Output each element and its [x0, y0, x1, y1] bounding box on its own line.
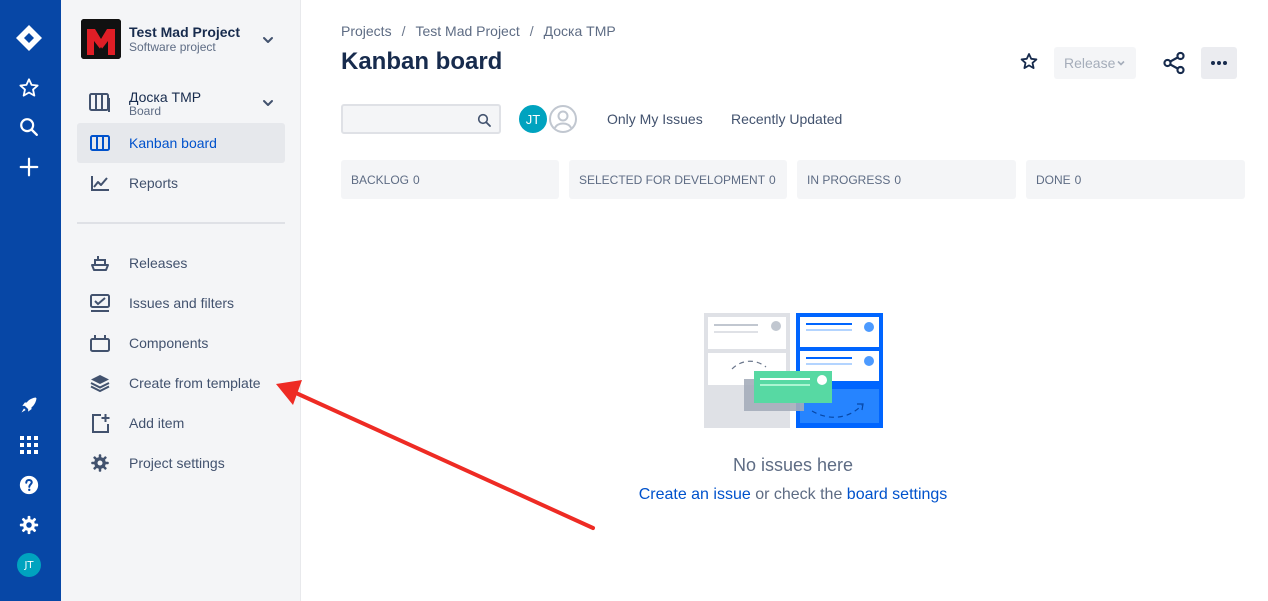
empty-state-text: Create an issue or check the board setti…: [301, 486, 1268, 504]
main-content: Projects / Test Mad Project / Доска TMP Kanb…: [301, 0, 1268, 601]
column-header-done: DONE 0: [1026, 160, 1245, 199]
column-count: 0: [894, 173, 902, 187]
sidebar-item-issues-and-filters[interactable]: Issues and filters: [77, 283, 285, 323]
project-type: Software project: [129, 40, 216, 54]
sidebar-item-label: Kanban board: [129, 135, 217, 151]
star-icon[interactable]: [1017, 50, 1041, 74]
breadcrumb-projects[interactable]: Projects: [341, 23, 392, 39]
board-icon: [90, 135, 110, 151]
sidebar-item-reports[interactable]: Reports: [77, 163, 285, 203]
empty-board-illustration: [704, 313, 883, 428]
rocket-icon[interactable]: [15, 391, 43, 419]
gear-icon[interactable]: [15, 511, 43, 539]
assignee-avatar-unassigned[interactable]: [547, 103, 579, 135]
filter-only-my-issues[interactable]: Only My Issues: [607, 111, 703, 127]
filter-recently-updated[interactable]: Recently Updated: [731, 111, 842, 127]
more-actions-button[interactable]: [1201, 47, 1237, 79]
create-issue-link[interactable]: Create an issue: [639, 486, 751, 503]
sidebar-item-project-settings[interactable]: Project settings: [77, 443, 285, 483]
add-page-icon: [92, 414, 110, 433]
search-input[interactable]: [349, 110, 469, 128]
column-count: 0: [769, 173, 776, 187]
sidebar-item-releases[interactable]: Releases: [77, 243, 285, 283]
column-name: BACKLOG: [351, 173, 410, 187]
app-grid-icon[interactable]: [15, 431, 43, 459]
breadcrumb-separator: /: [529, 23, 534, 39]
empty-state-title: No issues here: [732, 455, 854, 475]
sidebar-item-label: Releases: [129, 255, 188, 271]
help-icon[interactable]: [15, 471, 43, 499]
sidebar-item-label: Create from template: [129, 375, 261, 391]
project-sidebar: Test Mad Project Software project Доска …: [61, 0, 301, 601]
search-icon[interactable]: [477, 113, 491, 127]
column-header-backlog: BACKLOG 0: [341, 160, 559, 199]
breadcrumb-separator: /: [401, 23, 406, 39]
share-icon[interactable]: [1161, 50, 1187, 76]
jira-logo-icon[interactable]: [15, 24, 43, 52]
sidebar-item-label: Add item: [129, 415, 185, 431]
sidebar-item-add-item[interactable]: Add item: [77, 403, 285, 443]
board-type: Board: [129, 104, 162, 118]
chevron-down-icon[interactable]: [261, 33, 275, 47]
column-header-selected-for-development: SELECTED FOR DEVELOPMENT 0: [569, 160, 787, 199]
user-avatar[interactable]: JT: [17, 553, 41, 577]
board-name: Доска TMP: [129, 89, 202, 105]
chevron-down-icon[interactable]: [261, 96, 275, 110]
project-avatar[interactable]: [81, 19, 121, 59]
gear-icon: [91, 454, 109, 472]
sidebar-divider: [77, 222, 285, 224]
sidebar-item-create-from-template[interactable]: Create from template: [77, 363, 285, 403]
page-title: Kanban board: [341, 48, 503, 75]
column-header-in-progress: IN PROGRESS 0: [797, 160, 1016, 199]
sidebar-item-label: Reports: [129, 175, 179, 191]
avatar-initials: JT: [525, 111, 541, 127]
breadcrumb: Projects / Test Mad Project / Доска TMP: [341, 23, 624, 39]
release-button[interactable]: Release: [1054, 47, 1136, 79]
column-name: IN PROGRESS: [807, 173, 891, 187]
component-icon: [90, 335, 110, 352]
star-icon[interactable]: [15, 74, 43, 102]
plus-icon[interactable]: [15, 153, 43, 181]
chevron-down-icon: [1117, 60, 1125, 66]
column-name: SELECTED FOR DEVELOPMENT: [579, 173, 766, 187]
chart-icon: [91, 176, 109, 191]
board-settings-link[interactable]: board settings: [847, 486, 948, 503]
sidebar-item-kanban-board[interactable]: Kanban board: [77, 123, 285, 163]
stack-icon: [90, 375, 110, 393]
board-columns-icon: [89, 93, 110, 112]
app: JT Test Mad Project Software project Дос…: [0, 0, 1268, 601]
sidebar-item-components[interactable]: Components: [77, 323, 285, 363]
release-label: Release: [1064, 55, 1116, 71]
breadcrumb-project[interactable]: Test Mad Project: [415, 23, 519, 39]
search-icon[interactable]: [15, 113, 43, 141]
board-search: [341, 104, 501, 134]
column-count: 0: [413, 173, 420, 187]
ellipsis-icon: [1211, 61, 1227, 65]
sidebar-item-label: Components: [129, 335, 209, 351]
user-avatar-initials: JT: [24, 559, 34, 571]
assignee-avatar-jt[interactable]: JT: [517, 103, 549, 135]
global-nav: JT: [0, 0, 61, 601]
breadcrumb-board[interactable]: Доска TMP: [544, 23, 616, 39]
ship-icon: [91, 256, 109, 271]
sidebar-item-label: Project settings: [129, 455, 225, 471]
board-switcher[interactable]: Доска TMP Board: [77, 84, 285, 122]
user-placeholder-icon: [549, 105, 577, 133]
empty-state-middle-text: or check the: [750, 486, 847, 503]
filter-list-icon: [90, 294, 110, 312]
column-count: 0: [1074, 173, 1082, 187]
project-name[interactable]: Test Mad Project: [129, 24, 240, 40]
column-name: DONE: [1036, 173, 1071, 187]
sidebar-item-label: Issues and filters: [129, 295, 235, 311]
